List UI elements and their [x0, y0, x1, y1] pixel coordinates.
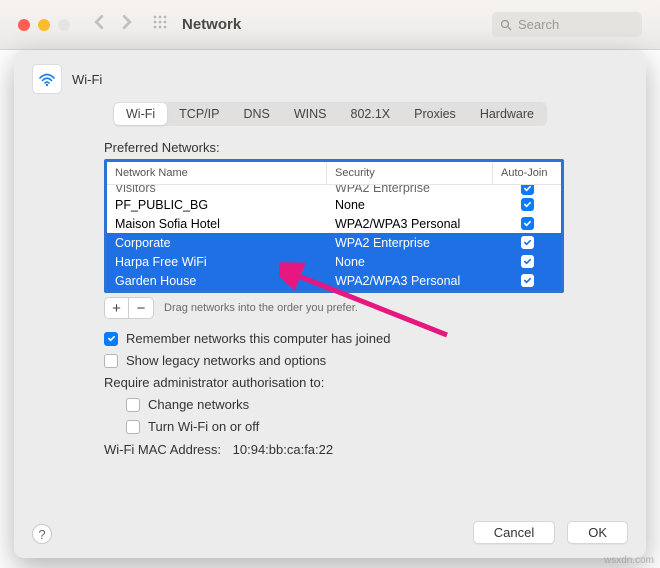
cell-name: PF_PUBLIC_BG — [107, 198, 327, 212]
autojoin-checkbox[interactable] — [521, 217, 534, 230]
table-row[interactable]: Garden HouseWPA2/WPA3 Personal — [107, 271, 561, 290]
require-label: Require administrator authorisation to: — [104, 375, 564, 390]
checkbox-icon — [104, 354, 118, 368]
col-auto-join[interactable]: Auto-Join — [493, 162, 561, 184]
cell-name: Corporate — [107, 236, 327, 250]
cell-name: Garden House — [107, 274, 327, 288]
cell-autojoin — [493, 185, 561, 195]
autojoin-checkbox[interactable] — [521, 274, 534, 287]
table-row[interactable]: Maison Sofia HotelWPA2/WPA3 Personal — [107, 214, 561, 233]
wifi-icon — [32, 64, 62, 94]
ok-button[interactable]: OK — [567, 521, 628, 544]
cell-autojoin — [493, 217, 561, 230]
autojoin-checkbox[interactable] — [521, 255, 534, 268]
table-row[interactable]: Harpa Free WiFiNone — [107, 252, 561, 271]
titlebar: Network Search — [0, 0, 660, 50]
autojoin-checkbox[interactable] — [521, 198, 534, 211]
cell-autojoin — [493, 198, 561, 211]
traffic-lights — [18, 19, 70, 31]
help-button[interactable]: ? — [32, 524, 52, 544]
table-row[interactable]: CorporateWPA2 Enterprise — [107, 233, 561, 252]
close-button[interactable] — [18, 19, 30, 31]
window-title: Network — [182, 16, 241, 33]
search-placeholder: Search — [518, 17, 559, 32]
watermark: wsxdn.com — [604, 555, 654, 566]
dialog-buttons: Cancel OK — [473, 521, 628, 544]
toggle-wifi-option[interactable]: Turn Wi-Fi on or off — [126, 419, 564, 434]
cell-autojoin — [493, 274, 561, 287]
change-networks-option[interactable]: Change networks — [126, 397, 564, 412]
tab-bar: Wi-FiTCP/IPDNSWINS802.1XProxiesHardware — [32, 102, 628, 126]
back-icon[interactable] — [92, 15, 106, 34]
cell-name: Harpa Free WiFi — [107, 255, 327, 269]
tab-wins[interactable]: WINS — [282, 103, 339, 125]
cell-security: None — [327, 198, 493, 212]
toggle-label: Turn Wi-Fi on or off — [148, 419, 259, 434]
mac-address: Wi-Fi MAC Address: 10:94:bb:ca:fa:22 — [104, 442, 564, 457]
cell-security: WPA2/WPA3 Personal — [327, 274, 493, 288]
add-remove: + − — [104, 297, 154, 319]
cell-name: Visitors — [107, 185, 327, 195]
cell-autojoin — [493, 255, 561, 268]
autojoin-checkbox[interactable] — [521, 185, 534, 195]
cancel-button[interactable]: Cancel — [473, 521, 555, 544]
table-header: Network Name Security Auto-Join — [107, 162, 561, 185]
tab-wifi[interactable]: Wi-Fi — [114, 103, 167, 125]
legacy-label: Show legacy networks and options — [126, 353, 326, 368]
nav-arrows — [92, 15, 134, 34]
drag-hint: Drag networks into the order you prefer. — [164, 302, 358, 314]
panel-title: Wi-Fi — [72, 72, 102, 87]
remember-label: Remember networks this computer has join… — [126, 331, 390, 346]
maximize-button[interactable] — [58, 19, 70, 31]
table-row[interactable]: PF_PUBLIC_BGNone — [107, 195, 561, 214]
autojoin-checkbox[interactable] — [521, 236, 534, 249]
tab-hardware[interactable]: Hardware — [468, 103, 546, 125]
col-network-name[interactable]: Network Name — [107, 162, 327, 184]
legacy-option[interactable]: Show legacy networks and options — [104, 353, 564, 368]
change-label: Change networks — [148, 397, 249, 412]
checkbox-icon — [126, 398, 140, 412]
remember-option[interactable]: Remember networks this computer has join… — [104, 331, 564, 346]
checkbox-icon — [104, 332, 118, 346]
settings-sheet: Wi-Fi Wi-FiTCP/IPDNSWINS802.1XProxiesHar… — [14, 50, 646, 558]
cell-security: WPA2/WPA3 Personal — [327, 217, 493, 231]
cell-autojoin — [493, 236, 561, 249]
networks-table: Network Name Security Auto-Join Visitors… — [104, 159, 564, 293]
cell-security: WPA2 Enterprise — [327, 185, 493, 195]
panel-header: Wi-Fi — [32, 64, 628, 94]
cell-name: Maison Sofia Hotel — [107, 217, 327, 231]
tab-proxies[interactable]: Proxies — [402, 103, 468, 125]
checkbox-icon — [126, 420, 140, 434]
cell-security: None — [327, 255, 493, 269]
search-field[interactable]: Search — [492, 12, 642, 37]
grid-icon[interactable] — [152, 14, 168, 35]
tab-8021x[interactable]: 802.1X — [339, 103, 403, 125]
table-row[interactable]: VisitorsWPA2 Enterprise — [107, 185, 561, 195]
search-icon — [500, 19, 512, 31]
tab-tcpip[interactable]: TCP/IP — [167, 103, 231, 125]
preferred-networks-label: Preferred Networks: — [104, 140, 564, 155]
tab-dns[interactable]: DNS — [231, 103, 281, 125]
add-button[interactable]: + — [105, 298, 129, 318]
table-footer: + − Drag networks into the order you pre… — [104, 297, 564, 319]
cell-security: WPA2 Enterprise — [327, 236, 493, 250]
minimize-button[interactable] — [38, 19, 50, 31]
forward-icon[interactable] — [120, 15, 134, 34]
remove-button[interactable]: − — [129, 298, 153, 318]
col-security[interactable]: Security — [327, 162, 493, 184]
